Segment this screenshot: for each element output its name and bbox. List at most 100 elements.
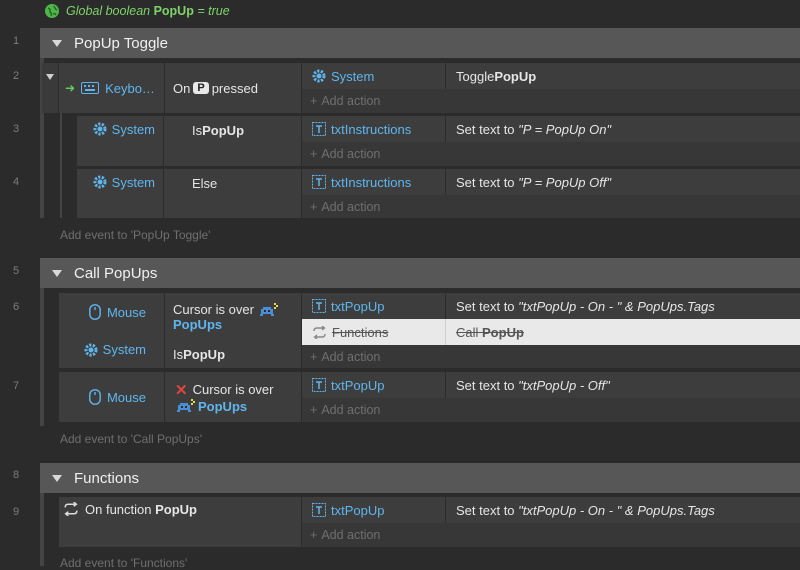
action-text: Set text to [456,377,515,393]
action-object-cell[interactable]: txtInstructions [302,116,445,142]
condition-text: On [173,80,191,96]
action-object-cell[interactable]: txtInstructions [302,169,445,195]
action-cell[interactable]: Set text to "txtPopUp - Off" [446,372,800,398]
add-event-link[interactable]: Add event to 'Functions' [60,556,187,570]
collapse-event-toggle[interactable] [42,63,58,113]
line-number: 9 [12,506,20,518]
condition-cell[interactable]: Else [164,169,301,218]
add-action-row[interactable]: + Add action [302,195,800,218]
action-value: "txtPopUp - On - " & PopUps.Tags [518,502,715,518]
sprite-invader-icon [175,399,195,413]
system-object[interactable]: System [84,342,146,357]
function-loop-icon [63,502,79,516]
event-object-cell[interactable]: ➜ Keybo… [59,63,164,113]
action-object: txtPopUp [331,377,385,393]
add-action-row[interactable]: + Add action [302,523,800,547]
collapse-triangle-icon[interactable] [52,269,62,277]
group-header-functions[interactable]: Functions [40,463,800,493]
disabled-action-row[interactable]: Functions Call PopUp [302,319,800,345]
object-name: Keybo… [105,80,155,96]
condition-cell[interactable]: On P pressed [165,63,301,113]
action-text: Set text to [456,121,515,137]
event-object-cell[interactable]: System [77,116,163,166]
action-cell[interactable]: Toggle PopUp [446,63,800,89]
add-event-link[interactable]: Add event to 'Call PopUps' [60,432,202,446]
condition-cell[interactable]: Is PopUp [164,116,301,166]
group-header-call-popups[interactable]: Call PopUps [40,258,800,288]
condition-cell[interactable]: Is PopUp [165,341,301,368]
group-indent-bar [40,493,44,566]
subevent-indent-bar [60,113,62,218]
group-header-popup-toggle[interactable]: PopUp Toggle [40,28,800,58]
condition-cell[interactable]: Cursor is over PopUps [165,293,301,341]
collapse-triangle-icon [46,74,54,80]
condition-text: pressed [211,80,258,96]
collapse-triangle-icon[interactable] [52,39,62,47]
condition-text: Is [173,347,184,362]
add-action-row[interactable]: + Add action [302,398,800,422]
object-name: System [102,342,146,357]
line-number: 1 [12,35,20,47]
gear-icon [84,343,98,357]
sprite-invader-icon [258,302,278,317]
group-title: Functions [74,469,140,487]
action-object-cell[interactable]: txtPopUp [302,372,445,398]
condition-object-link[interactable]: PopUps [173,317,222,332]
action-cell[interactable]: Set text to "txtPopUp - On - " & PopUps.… [446,497,800,523]
condition-text: Else [192,176,218,191]
action-text: Call PopUp [446,325,524,340]
action-cell[interactable]: Set text to "txtPopUp - On - " & PopUps.… [446,293,800,319]
global-name: PopUp [153,4,194,18]
function-condition-cell[interactable]: On function PopUp [59,497,301,547]
condition-text: On function [85,502,156,517]
plus-icon: + [310,403,318,417]
action-cell[interactable]: Set text to "P = PopUp Off" [446,169,800,195]
event-object-cell[interactable]: Mouse System [59,293,164,368]
action-value: "P = PopUp Off" [518,174,612,190]
add-action-label: Add action [321,403,381,417]
line-number: 3 [12,123,20,135]
mouse-object[interactable]: Mouse [89,304,146,320]
global-variable[interactable]: Global boolean PopUp = true [44,0,230,22]
condition-text: Is [192,123,203,138]
event-object-cell[interactable]: System [77,169,163,218]
add-action-row[interactable]: + Add action [302,89,800,113]
add-event-link[interactable]: Add event to 'PopUp Toggle' [60,228,210,242]
gear-icon [93,175,107,189]
collapse-triangle-icon[interactable] [52,474,62,482]
plus-icon: + [310,528,318,542]
line-number: 2 [12,70,20,82]
text-object-icon [312,175,326,189]
condition-object-link[interactable]: PopUps [198,399,247,414]
line-number: 8 [12,469,20,481]
plus-icon: + [310,94,318,108]
line-number: 7 [12,380,20,392]
gear-icon [93,122,107,136]
add-action-label: Add action [321,349,381,364]
action-value: "txtPopUp - Off" [518,377,610,393]
action-object-cell[interactable]: Functions [302,319,446,345]
condition-cell[interactable]: ✕ Cursor is over PopUps [165,372,301,422]
condition-bold: PopUp [155,502,197,517]
global-suffix: = true [193,4,230,18]
action-value: "txtPopUp - On - " & PopUps.Tags [518,298,715,314]
add-action-row[interactable]: + Add action [302,142,800,166]
action-text: Set text to [456,298,515,314]
action-prefix: Call [456,324,483,340]
action-object-cell[interactable]: txtPopUp [302,293,445,319]
group-indent-bar [40,288,44,426]
globe-icon [44,3,60,19]
action-object: System [331,68,375,84]
action-object-cell[interactable]: System [302,63,445,89]
object-name: System [111,122,155,137]
action-bold: PopUp [482,324,524,340]
add-action-label: Add action [321,528,381,542]
add-action-row[interactable]: + Add action [302,345,800,368]
condition-text: Cursor is over [173,302,254,317]
action-cell[interactable]: Set text to "P = PopUp On" [446,116,800,142]
event-object-cell[interactable]: Mouse [59,372,164,422]
action-object-cell[interactable]: txtPopUp [302,497,445,523]
global-prefix: Global boolean [66,4,154,18]
text-object-icon [312,299,326,313]
plus-icon: + [310,199,318,214]
